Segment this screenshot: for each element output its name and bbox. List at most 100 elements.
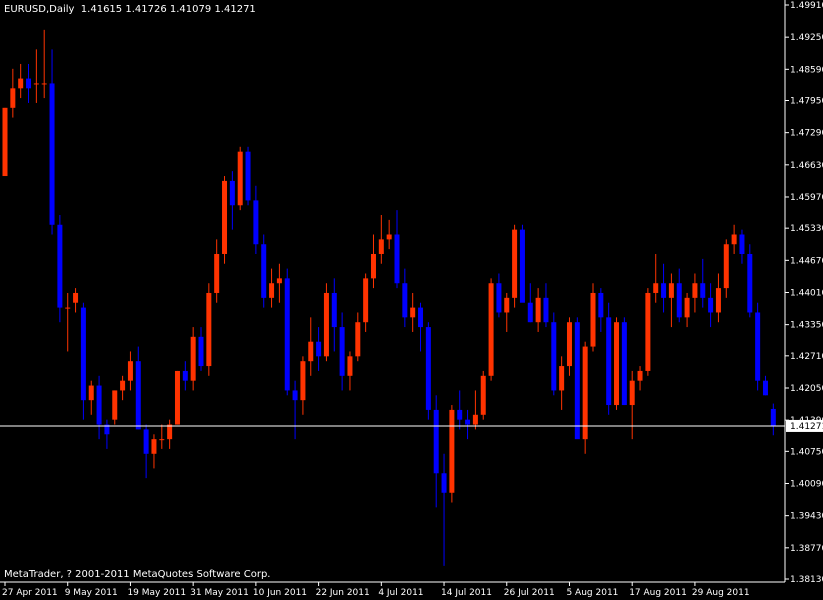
candle-body: [692, 283, 698, 298]
candle: [457, 390, 463, 430]
candle: [49, 49, 55, 235]
x-tick-label: 14 Jul 2011: [441, 588, 492, 598]
candle: [731, 224, 737, 254]
candle: [18, 63, 24, 99]
ohlc-high: 1.41726: [125, 4, 167, 15]
candle: [559, 356, 565, 410]
candle: [198, 327, 204, 371]
candle-body: [229, 180, 235, 206]
candle: [182, 361, 188, 391]
candle-body: [261, 244, 267, 298]
x-axis-ticks: 27 Apr 2011 9 May 2011 19 May 2011 31 May 2…: [2, 582, 750, 598]
candle-body: [284, 278, 290, 391]
candle-body: [566, 322, 572, 367]
ohlc-low: 1.41079: [169, 4, 212, 15]
candle: [237, 146, 243, 211]
candle-body: [190, 336, 196, 381]
candle: [80, 302, 86, 420]
candle: [229, 171, 235, 230]
candle: [41, 29, 47, 99]
candle-body: [731, 234, 737, 245]
candle-body: [222, 180, 228, 254]
candle-body: [418, 307, 424, 328]
candle: [621, 317, 627, 406]
candle-body: [700, 283, 706, 298]
candle-body: [33, 83, 39, 85]
candlestick-chart[interactable]: 1.49910 1.49250 1.48590 1.47950 1.47290 1.466…: [0, 0, 823, 600]
candle: [104, 419, 110, 449]
candle: [222, 176, 228, 264]
candle: [425, 322, 431, 420]
copyright-text: MetaTrader, ? 2001-2011 MetaQuotes Softw…: [4, 569, 271, 580]
candle-body: [96, 385, 102, 425]
x-tick-label: 29 Aug 2011: [692, 588, 750, 598]
candle-body: [18, 78, 24, 89]
candle: [598, 288, 604, 332]
candle-body: [206, 292, 212, 367]
candle-body: [449, 409, 455, 493]
candle: [762, 375, 768, 396]
candle: [96, 375, 102, 440]
candle-body: [323, 292, 329, 357]
y-tick-label: 1.49250: [790, 33, 823, 43]
x-tick-label: 31 May 2011: [190, 588, 249, 598]
candle-body: [26, 78, 32, 89]
candle-body: [504, 297, 510, 313]
candle: [190, 327, 196, 391]
candle: [519, 224, 525, 303]
price-chart[interactable]: 1.49910 1.49250 1.48590 1.47950 1.47290 1.466…: [0, 0, 823, 600]
candle: [135, 346, 141, 430]
candle: [755, 302, 761, 391]
candle-body: [135, 361, 141, 430]
y-axis-ticks: 1.49910 1.49250 1.48590 1.47950 1.47290 1.466…: [785, 1, 823, 585]
x-tick-label: 27 Apr 2011: [2, 588, 58, 598]
candle-body: [198, 336, 204, 367]
candle-body: [253, 200, 259, 245]
candle-body: [512, 229, 518, 298]
candle-body: [127, 361, 133, 381]
candle-body: [402, 283, 408, 318]
candle: [739, 229, 745, 264]
candle-body: [57, 224, 63, 308]
candle-body: [10, 88, 16, 108]
current-price-label: 1.41271: [790, 422, 823, 432]
candle: [629, 370, 635, 440]
x-tick-label: 4 Jul 2011: [378, 588, 423, 598]
candle-body: [355, 322, 361, 357]
y-tick-label: 1.38130: [790, 575, 823, 585]
candle-body: [433, 409, 439, 474]
candle-body: [378, 239, 384, 254]
candle-body: [339, 327, 345, 376]
candle-body: [543, 297, 549, 323]
candle: [715, 273, 721, 323]
candle: [543, 283, 549, 328]
x-tick-label: 17 Aug 2011: [629, 588, 687, 598]
x-tick-label: 19 May 2011: [127, 588, 186, 598]
candle: [582, 341, 588, 454]
candle-body: [598, 292, 604, 318]
candle: [88, 380, 94, 415]
x-tick-label: 22 Jun 2011: [316, 588, 370, 598]
candle-body: [143, 429, 149, 454]
candle: [363, 273, 369, 332]
candle-body: [182, 370, 188, 381]
candle: [167, 419, 173, 449]
candle: [308, 317, 314, 376]
candle: [402, 268, 408, 328]
y-tick-label: 1.40750: [790, 447, 823, 457]
candle: [347, 351, 353, 391]
candle: [465, 409, 471, 440]
candle: [206, 283, 212, 376]
candle: [112, 390, 118, 425]
candle: [449, 405, 455, 503]
candle: [174, 370, 180, 425]
candle-body: [425, 327, 431, 410]
candle: [159, 424, 165, 449]
candle-body: [770, 408, 776, 426]
y-tick-label: 1.42050: [790, 384, 823, 394]
candle-body: [276, 278, 282, 284]
candle: [410, 292, 416, 332]
candle: [418, 302, 424, 352]
candle: [65, 292, 71, 352]
candle-body: [676, 283, 682, 318]
